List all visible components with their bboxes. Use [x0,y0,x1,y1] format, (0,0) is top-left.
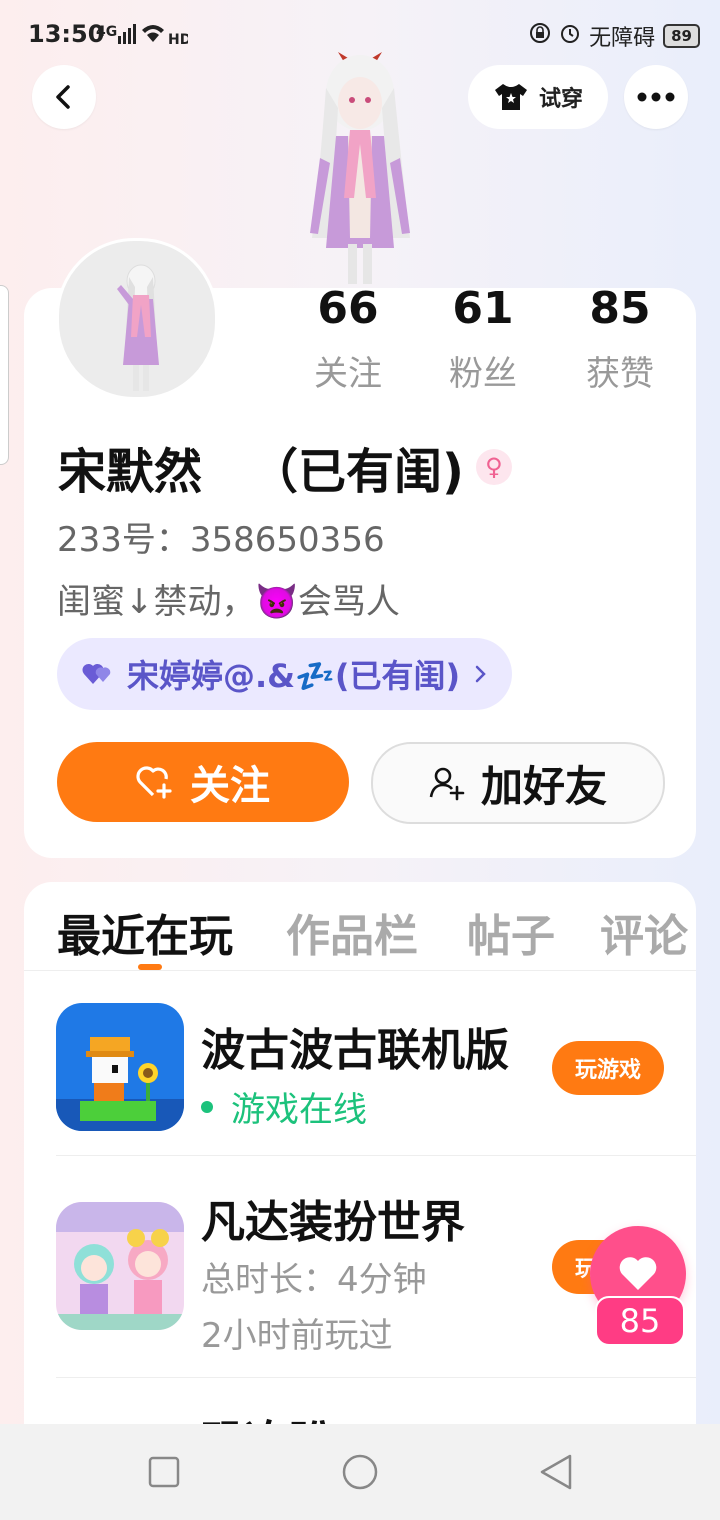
game-duration: 总时长：4分钟 [201,1260,427,1300]
tab-posts[interactable]: 帖子 [467,900,555,964]
recent-card [24,882,696,1442]
back-nav-button[interactable] [538,1453,574,1495]
username-suffix: （已有闺) [250,444,464,500]
online-dot-icon [201,1100,213,1113]
lock-icon [529,22,551,50]
follow-button[interactable]: 关注 [57,742,349,822]
tab-works[interactable]: 作品栏 [286,900,418,964]
username: 宋默然 [58,444,203,500]
stat-likes[interactable]: 85 获赞 [570,284,670,395]
svg-text:HD: HD [168,32,188,46]
tryon-button[interactable]: 试穿 [468,65,608,129]
chevron-left-icon [56,85,70,109]
tab-comments[interactable]: 评论 [600,900,688,964]
devil-emoji: 👿 [255,582,298,622]
likes-count: 85 [589,283,651,334]
chevron-right-icon [475,665,486,683]
game-title[interactable]: 凡达装扮世界 [201,1186,465,1250]
triangle-back-icon [540,1454,572,1490]
username-row: 宋默然 （已有闺) ♀ [58,432,512,502]
square-icon [148,1456,180,1488]
system-nav-bar [0,1424,720,1520]
row-divider [56,1377,696,1378]
tryon-label: 试穿 [538,87,583,112]
back-button[interactable] [32,65,96,129]
game-last-played: 2小时前玩过 [201,1316,393,1356]
play-game-button[interactable]: 玩游戏 [552,1041,664,1095]
user-id: 233号：358650356 [57,520,385,560]
avatar-character-image [290,48,430,293]
more-dots-icon [637,92,675,102]
more-button[interactable] [624,65,688,129]
fans-count: 61 [452,283,514,334]
alarm-icon [559,22,581,50]
game-icon-fanda[interactable] [56,1202,184,1330]
row-divider [56,1155,696,1156]
bio-text: 闺蜜↓禁动， [57,582,256,622]
online-label: 游戏在线 [231,1090,367,1130]
add-friend-button[interactable]: 加好友 [371,742,665,824]
like-count-badge: 85 [595,1296,685,1346]
double-heart-icon [82,663,111,684]
game-online-status: 游戏在线 [201,1082,367,1131]
bff-label: 宋婷婷@.&💤(已有闺) [127,657,461,695]
recents-button[interactable] [148,1456,180,1492]
bff-link[interactable]: 宋婷婷@.&💤(已有闺) [57,638,513,710]
follow-label: 关注 [190,763,270,809]
avatar[interactable] [56,238,218,400]
status-right: 无障碍 89 [529,20,700,52]
game-icon-bogu[interactable] [56,1003,184,1131]
heart-icon [619,1257,657,1290]
heart-plus-icon [136,766,172,799]
add-user-icon [429,767,465,801]
accessibility-label: 无障碍 [589,26,656,51]
following-count: 66 [317,283,379,334]
following-label: 关注 [314,354,382,394]
stat-fans[interactable]: 61 粉丝 [433,284,533,395]
fans-label: 粉丝 [449,354,517,394]
likes-label: 获赞 [586,354,654,394]
home-button[interactable] [341,1453,379,1495]
bio-tail: 会骂人 [297,582,400,622]
signal-wifi-icons: HD [118,22,191,52]
tab-divider [24,970,696,971]
add-friend-label: 加好友 [480,761,607,811]
stat-following[interactable]: 66 关注 [298,284,398,395]
tshirt-icon [494,84,527,110]
bio: 闺蜜↓禁动，👿会骂人 [57,574,400,623]
tab-recent[interactable]: 最近在玩 [57,900,233,964]
battery-indicator: 89 [663,24,700,48]
network-type: 4G [96,24,118,40]
game-title[interactable]: 波古波古联机版 [201,1014,509,1078]
status-time: 13:50 [28,20,105,48]
edge-handle[interactable] [0,285,9,465]
circle-icon [342,1454,378,1490]
female-icon: ♀ [475,449,512,485]
